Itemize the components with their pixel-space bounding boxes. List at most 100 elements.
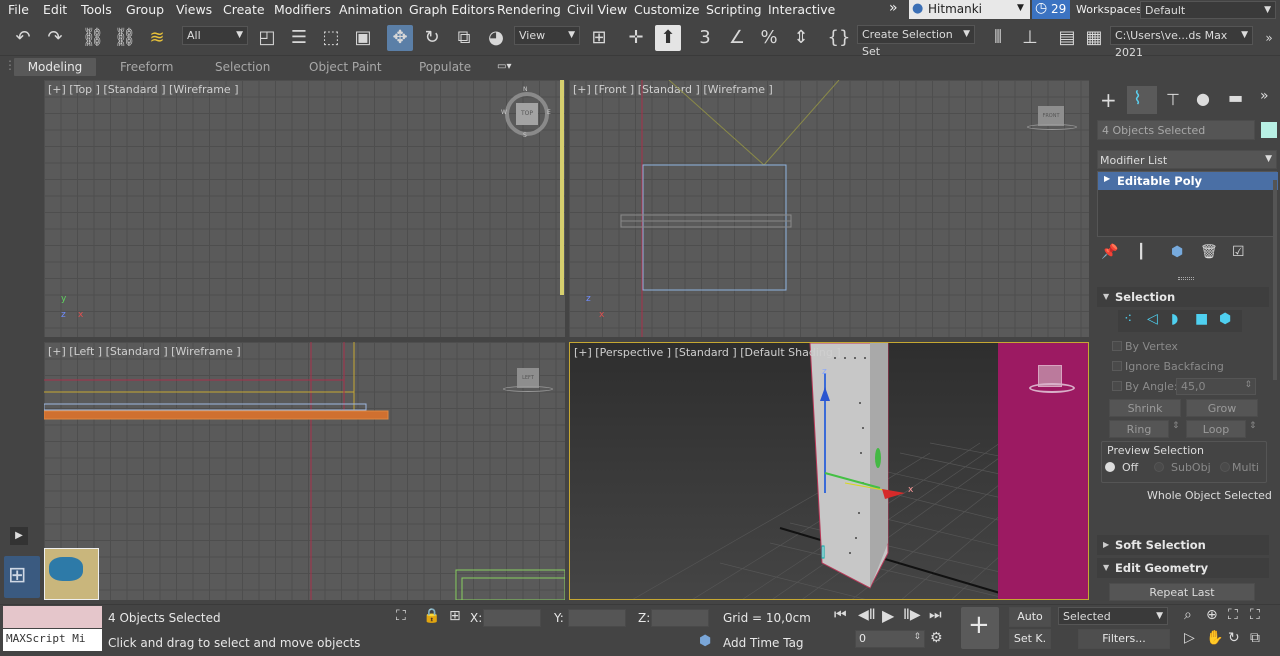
redo-icon[interactable]: ↷ [42,25,68,51]
select-and-place-icon[interactable]: ◕ [483,25,509,51]
snaps-toggle-icon[interactable]: 3 [692,25,718,51]
toolbar-overflow-icon[interactable]: » [1256,25,1280,51]
tab-selection[interactable]: Selection [215,58,270,76]
loop-spinner-icon[interactable]: ⇕ [1249,421,1257,431]
key-filters-button[interactable]: Filters... [1078,629,1170,649]
pan-view-icon[interactable]: ✋ [1206,630,1223,646]
viewport-left[interactable]: [+] [Left ] [Standard ] [Wireframe ] LEF… [44,342,565,600]
by-angle-checkbox[interactable] [1112,381,1122,391]
panel-divider-grip[interactable] [1178,277,1194,280]
menu-rendering[interactable]: Rendering [497,2,561,17]
y-coordinate-field[interactable] [568,609,626,627]
maxscript-listener-output[interactable] [3,606,102,628]
go-to-end-icon[interactable]: ⏭ [929,607,942,623]
select-and-rotate-icon[interactable]: ↻ [419,25,445,51]
isolate-selection-icon[interactable]: ⛶ [396,608,406,624]
soft-selection-rollout-header[interactable]: ▶ Soft Selection [1097,535,1269,555]
viewport-front[interactable]: [+] [Front ] [Standard ] [Wireframe ] FR… [569,80,1089,337]
preview-multi-radio[interactable] [1220,462,1230,472]
viewcube-left[interactable]: LEFT [517,368,539,388]
polygon-mode-icon[interactable]: ■ [1195,311,1208,327]
expand-triangle-icon[interactable]: ▶ [1104,174,1110,183]
motion-tab-icon[interactable]: ● [1196,89,1210,108]
selection-rollout-header[interactable]: ▼ Selection [1097,287,1269,307]
ribbon-options-icon[interactable]: ▭▾ [497,58,511,76]
select-and-move-icon[interactable]: ✥ [387,25,413,51]
tab-object-paint[interactable]: Object Paint [309,58,382,76]
key-filter-dropdown[interactable]: Selected ▼ [1058,607,1168,625]
menu-civil-view[interactable]: Civil View [567,2,627,17]
angle-spinner[interactable]: 45,0 ⇕ [1176,378,1256,395]
tab-populate[interactable]: Populate [419,58,471,76]
panel-scrollbar[interactable] [1273,180,1277,380]
tab-modeling[interactable]: Modeling [14,58,96,76]
select-object-icon[interactable]: ◰ [254,25,280,51]
preview-off-radio[interactable] [1105,462,1115,472]
selection-filter-dropdown[interactable]: All ▼ [182,26,248,45]
create-selection-set-dropdown[interactable]: Create Selection Set ▼ [857,25,975,58]
menu-tools[interactable]: Tools [81,2,112,17]
remove-modifier-icon[interactable]: 🗑 [1200,244,1218,260]
spinner-snap-icon[interactable]: ⇕ [788,25,814,51]
next-frame-icon[interactable]: Ⅱ▶ [903,607,921,623]
x-coordinate-field[interactable] [483,609,541,627]
undo-icon[interactable]: ↶ [10,25,36,51]
user-account-button[interactable]: ● Hitmanki ▼ [909,0,1030,19]
maximize-viewport-icon[interactable]: ⧉ [1250,630,1260,646]
scene-explorer-icon[interactable]: ▤ [1054,25,1080,51]
menu-graph-editors[interactable]: Graph Editors [409,2,495,17]
edit-geometry-rollout-header[interactable]: ▼ Edit Geometry [1097,558,1269,578]
pivot-center-icon[interactable]: ⊞ [586,25,612,51]
go-to-start-icon[interactable]: ⏮ [834,607,847,623]
menu-customize[interactable]: Customize [634,2,700,17]
pin-stack-icon[interactable]: 📌 [1101,244,1118,260]
menu-scripting[interactable]: Scripting [706,2,762,17]
selection-lock-icon[interactable]: 🔒 [423,608,440,624]
show-end-result-icon[interactable]: ┃ [1137,244,1145,260]
time-tag-icon[interactable]: ⬢ [699,633,711,649]
orbit-icon[interactable]: ↻ [1228,630,1240,646]
viewport-label-top[interactable]: [+] [Top ] [Standard ] [Wireframe ] [48,83,239,96]
absolute-mode-icon[interactable]: ⊞ [449,608,461,624]
zoom-extents-all-icon[interactable]: ⛶ [1250,607,1260,623]
align-icon[interactable]: ⊥ [1017,25,1043,51]
modifier-list-dropdown[interactable]: Modifier List ▼ [1097,150,1277,169]
play-icon[interactable]: ▶ [882,606,894,625]
viewcube-front[interactable]: FRONT [1038,106,1064,126]
expand-arrow-icon[interactable]: ▶ [10,527,28,545]
menu-file[interactable]: File [8,2,29,17]
border-mode-icon[interactable]: ◗ [1171,311,1178,327]
rectangular-selection-icon[interactable]: ⬚ [318,25,344,51]
window-crossing-icon[interactable]: ▣ [350,25,376,51]
create-tab-icon[interactable]: + [1100,88,1117,112]
viewport-top[interactable]: [+] [Top ] [Standard ] [Wireframe ] TOP … [44,80,565,337]
zoom-icon[interactable]: ⌕ [1184,607,1192,623]
add-time-tag-button[interactable]: Add Time Tag [723,636,804,650]
preview-subobj-radio[interactable] [1154,462,1164,472]
ignore-backfacing-checkbox[interactable] [1112,361,1122,371]
viewcube-ring[interactable]: TOP N S W E [501,86,551,139]
previous-frame-icon[interactable]: ◀Ⅱ [858,607,876,623]
viewport-label-perspective[interactable]: [+] [Perspective ] [Standard ] [Default … [574,346,841,359]
current-frame-spinner[interactable]: 0 ⇕ [855,630,925,648]
link-icon[interactable]: ⛓ [80,25,106,51]
ring-button[interactable]: Ring [1109,420,1169,438]
select-and-scale-icon[interactable]: ⧉ [451,25,477,51]
menu-create[interactable]: Create [223,2,265,17]
field-of-view-icon[interactable]: ▷ [1184,630,1195,646]
menu-overflow-icon[interactable]: » [889,0,898,16]
notifications-button[interactable]: ◷ 29 [1032,0,1070,19]
zoom-extents-icon[interactable]: ⛶ [1228,607,1238,623]
hierarchy-tab-icon[interactable]: ⊤ [1166,90,1180,109]
element-mode-icon[interactable]: ⬢ [1219,311,1231,327]
object-color-swatch[interactable] [1261,122,1277,138]
ring-spinner-icon[interactable]: ⇕ [1172,421,1180,431]
set-key-button[interactable]: Set K. [1009,629,1051,649]
grow-button[interactable]: Grow [1186,399,1258,417]
keyboard-shortcut-override-icon[interactable]: ⬆ [655,25,681,51]
menu-animation[interactable]: Animation [339,2,403,17]
workspace-dropdown[interactable]: Default ▼ [1140,1,1276,19]
mirror-icon[interactable]: ⫴ [985,25,1011,51]
layer-explorer-icon[interactable]: ▦ [1081,25,1107,51]
tab-freeform[interactable]: Freeform [120,58,173,76]
